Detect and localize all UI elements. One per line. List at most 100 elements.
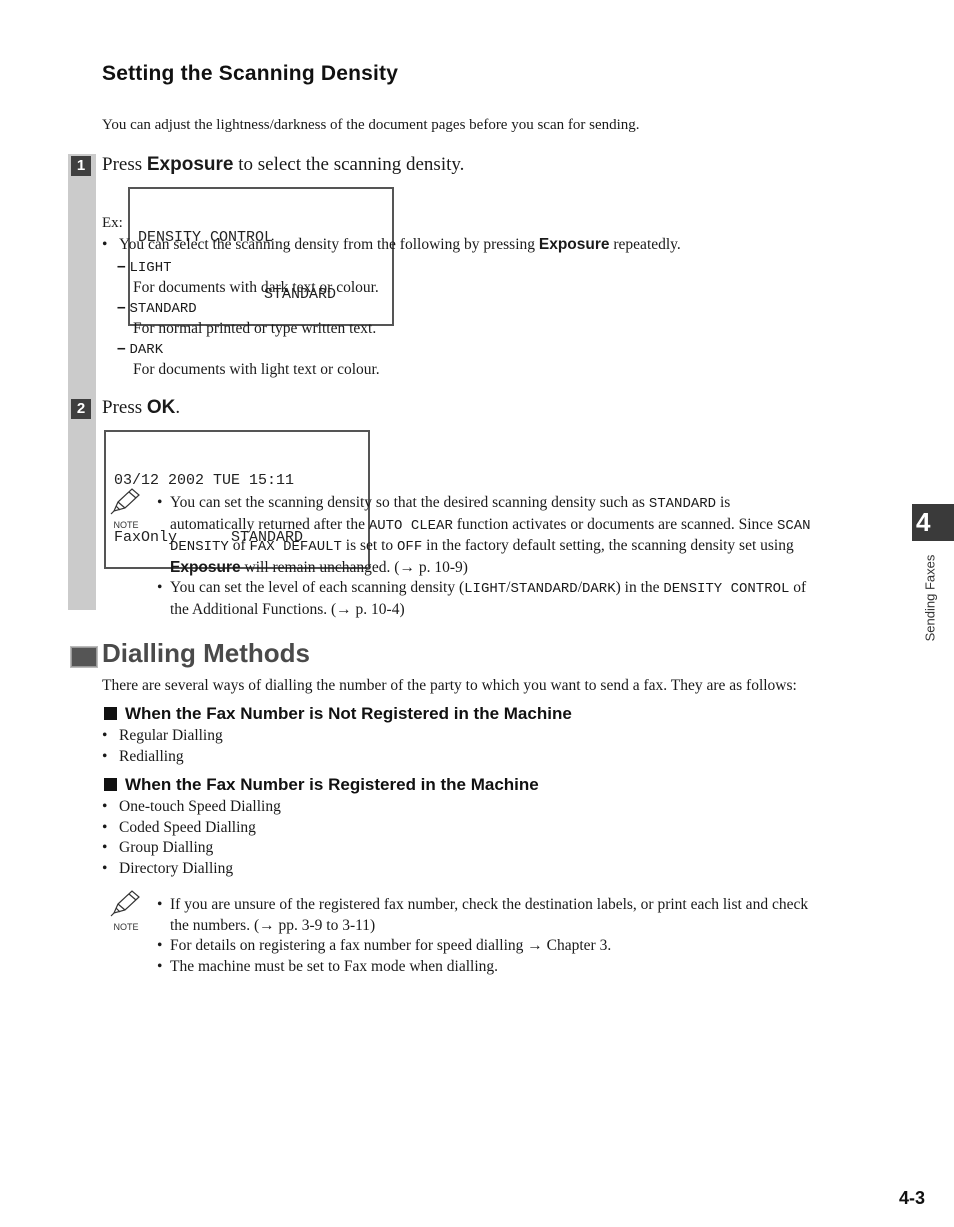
note-1-content: • You can set the scanning density so th… (157, 493, 897, 620)
mono-term: DENSITY (170, 539, 229, 555)
mono-term: FAX DEFAULT (249, 539, 342, 555)
bullet-glyph: • (102, 798, 108, 815)
text: in the factory default setting, the scan… (422, 537, 794, 554)
exposure-key: Exposure (170, 558, 241, 576)
step-2-instruction: Press OK. (102, 397, 180, 419)
section-title-scanning-density: Setting the Scanning Density (102, 62, 399, 85)
section-marker-icon (71, 647, 97, 667)
item-text: Coded Speed Dialling (119, 818, 256, 836)
step-2-text-pre: Press (102, 397, 147, 418)
list-not-registered: • Regular Dialling • Redialling (102, 726, 223, 767)
bullet-glyph: • (102, 859, 108, 877)
dash: – (117, 340, 126, 357)
text: is (716, 494, 731, 511)
bullet-text-pre: You can select the scanning density from… (119, 236, 539, 253)
text: automatically returned after the (170, 515, 369, 533)
bullet-glyph: • (157, 957, 163, 975)
mono-term: STANDARD (648, 496, 717, 512)
bullet-glyph: • (102, 727, 108, 744)
section-2-intro: There are several ways of dialling the n… (102, 677, 797, 694)
note-block-2-icon: NOTE (108, 889, 144, 932)
step-1-text-pre: Press (102, 154, 147, 175)
step-sidebar (68, 154, 96, 610)
note-1-bullet-2: • You can set the level of each scanning… (157, 578, 897, 620)
step-number-2: 2 (71, 399, 91, 419)
text: is set to (341, 537, 398, 554)
density-option-list: – LIGHT For documents with dark text or … (117, 257, 380, 380)
step-number-1: 1 (71, 156, 91, 176)
list-item: • Group Dialling (102, 838, 281, 859)
exposure-key: Exposure (146, 154, 234, 175)
bullet-text-post: repeatedly. (609, 236, 681, 253)
subheading-not-registered: When the Fax Number is Not Registered in… (104, 704, 572, 724)
text: ) in the (615, 579, 664, 596)
note-block-1-icon: NOTE (108, 487, 144, 530)
mono-term: OFF (397, 539, 423, 555)
text: The machine must be set to Fax mode when… (170, 957, 499, 975)
mono-term: STANDARD (510, 581, 578, 597)
note-1-bullet-1: • You can set the scanning density so th… (157, 493, 897, 578)
text: If you are unsure of the registered fax … (170, 896, 809, 913)
section-intro: You can adjust the lightness/darkness of… (102, 117, 640, 133)
ok-key: OK (146, 397, 176, 418)
mono-term: DENSITY CONTROL (663, 581, 790, 597)
step-1-text-post: to select the scanning density. (233, 154, 465, 175)
note-2-content: • If you are unsure of the registered fa… (157, 895, 897, 977)
note-label: NOTE (113, 922, 139, 932)
bullet-glyph: • (157, 896, 163, 913)
list-registered: • One-touch Speed Dialling • Coded Speed D… (102, 797, 281, 879)
mono-term: LIGHT (464, 581, 507, 597)
list-item: • Redialling (102, 747, 223, 768)
density-option-light: – LIGHT For documents with dark text or … (117, 257, 380, 298)
option-name: DARK (129, 342, 164, 358)
pencil-icon (110, 488, 140, 515)
note-label: NOTE (113, 520, 139, 530)
pencil-icon (110, 890, 140, 917)
square-bullet-icon (104, 778, 117, 791)
subheading-text: When the Fax Number is Registered in the… (125, 775, 539, 794)
bullet-glyph: • (157, 494, 163, 511)
dash: – (117, 258, 126, 275)
text: the Additional Functions. (→ p. 10-4) (170, 600, 405, 618)
chapter-tab: 4 (912, 504, 954, 541)
list-item: • Regular Dialling (102, 726, 223, 747)
step-2-text-post: . (175, 397, 181, 418)
item-text: One-touch Speed Dialling (119, 798, 281, 815)
section-title-dialling-methods: Dialling Methods (102, 638, 310, 668)
dash: – (117, 299, 126, 316)
bullet-glyph: • (102, 839, 108, 856)
item-text: Redialling (119, 747, 184, 765)
option-name: STANDARD (129, 301, 197, 317)
text: of (789, 579, 807, 596)
bullet-glyph: • (102, 818, 108, 836)
bullet-glyph: • (102, 747, 108, 765)
note-2-bullet-2: • For details on registering a fax numbe… (157, 936, 897, 957)
lcd-line-1: 03/12 2002 TUE 15:11 (114, 472, 295, 489)
option-name: LIGHT (129, 260, 172, 276)
note-2-bullet-3: • The machine must be set to Fax mode wh… (157, 957, 897, 978)
option-description: For normal printed or type written text. (133, 319, 377, 337)
density-option-dark: – DARK For documents with light text or … (117, 339, 380, 380)
item-text: Group Dialling (119, 839, 214, 856)
list-item: • One-touch Speed Dialling (102, 797, 281, 818)
example-label: Ex: (102, 215, 123, 231)
mono-term: SCAN (776, 517, 811, 534)
option-description: For documents with dark text or colour. (133, 278, 379, 296)
mono-term: DARK (582, 581, 616, 597)
bullet-glyph: • (157, 937, 163, 954)
text: the numbers. (→ pp. 3-9 to 3-11) (170, 916, 376, 934)
text: function activates or documents are scan… (452, 515, 777, 533)
list-item: • Coded Speed Dialling (102, 818, 281, 839)
item-text: Directory Dialling (119, 859, 234, 877)
density-option-standard: – STANDARD For normal printed or type wr… (117, 298, 380, 339)
step-1-instruction: Press Exposure to select the scanning de… (102, 154, 464, 176)
subheading-registered: When the Fax Number is Registered in the… (104, 775, 539, 795)
text: You can set the level of each scanning d… (170, 579, 465, 596)
subheading-text: When the Fax Number is Not Registered in… (125, 704, 572, 723)
option-description: For documents with light text or colour. (133, 360, 380, 378)
item-text: Regular Dialling (119, 727, 223, 744)
note-2-bullet-1: • If you are unsure of the registered fa… (157, 895, 897, 936)
text: For details on registering a fax number … (170, 937, 612, 954)
page-number: 4-3 (899, 1188, 926, 1208)
step-1-bullet: • You can select the scanning density fr… (102, 235, 822, 256)
